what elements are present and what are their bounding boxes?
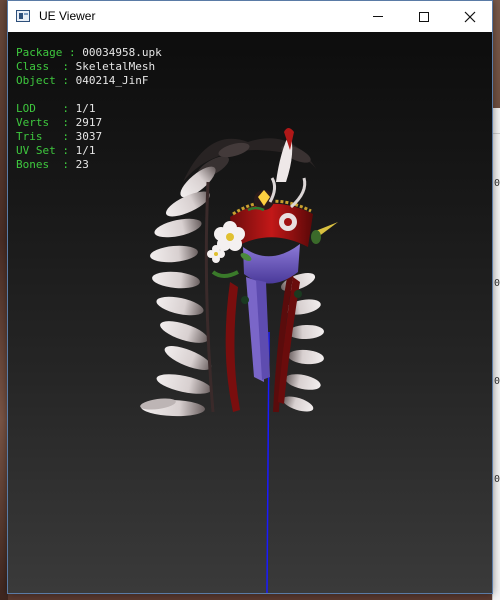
info-label: LOD bbox=[16, 102, 63, 115]
window-title: UE Viewer bbox=[39, 9, 96, 23]
feather-cascade-left bbox=[140, 166, 216, 417]
info-value: 1/1 bbox=[75, 102, 96, 115]
info-value: SkeletalMesh bbox=[75, 60, 156, 73]
info-value: 1/1 bbox=[75, 144, 96, 157]
info-value: 3037 bbox=[75, 130, 103, 143]
info-label: Package bbox=[16, 46, 63, 59]
background-glyph: 0 bbox=[494, 278, 500, 289]
info-label: Verts bbox=[16, 116, 63, 129]
info-row-package: Package : 00034958.upk bbox=[16, 46, 162, 59]
info-row-verts: Verts : 2917 bbox=[16, 116, 103, 129]
info-label: Tris bbox=[16, 130, 63, 143]
info-row-bones: Bones : 23 bbox=[16, 158, 89, 171]
info-row-class: Class : SkeletalMesh bbox=[16, 60, 156, 73]
3d-viewport[interactable]: Package : 00034958.upk Class : SkeletalM… bbox=[8, 32, 492, 593]
background-glyph: 0 bbox=[494, 178, 500, 189]
info-value: 2917 bbox=[75, 116, 103, 129]
minimize-icon bbox=[373, 16, 383, 17]
info-value: 040214_JinF bbox=[75, 74, 149, 87]
background-window-edge: 0 0 0 0 bbox=[492, 108, 500, 600]
app-icon[interactable] bbox=[16, 10, 30, 22]
title-bar[interactable]: UE Viewer bbox=[8, 1, 492, 32]
headband bbox=[230, 177, 338, 248]
info-row-object: Object : 040214_JinF bbox=[16, 74, 149, 87]
info-row-uvset: UV Set : 1/1 bbox=[16, 144, 96, 157]
info-value: 00034958.upk bbox=[82, 46, 162, 59]
info-label: Bones bbox=[16, 158, 63, 171]
mesh-info-overlay: Package : 00034958.upk Class : SkeletalM… bbox=[16, 46, 162, 172]
info-label: UV Set bbox=[16, 144, 63, 157]
ue-viewer-window: UE Viewer Package: 00034958.upk Class:… bbox=[7, 0, 493, 594]
background-glyph: 0 bbox=[494, 474, 500, 485]
background-glyph: 0 bbox=[494, 376, 500, 387]
top-plume bbox=[276, 128, 294, 182]
minimize-button[interactable] bbox=[355, 1, 401, 32]
maximize-icon bbox=[419, 11, 429, 22]
info-row-lod: LOD : 1/1 bbox=[16, 102, 96, 115]
close-button[interactable] bbox=[447, 1, 493, 32]
inner-drape-left bbox=[225, 282, 240, 412]
maximize-button[interactable] bbox=[401, 1, 447, 32]
info-row-tris: Tris : 3037 bbox=[16, 130, 103, 143]
info-label: Class bbox=[16, 60, 63, 73]
info-label: Object bbox=[16, 74, 63, 87]
info-value: 23 bbox=[75, 158, 89, 171]
close-icon bbox=[464, 11, 476, 22]
